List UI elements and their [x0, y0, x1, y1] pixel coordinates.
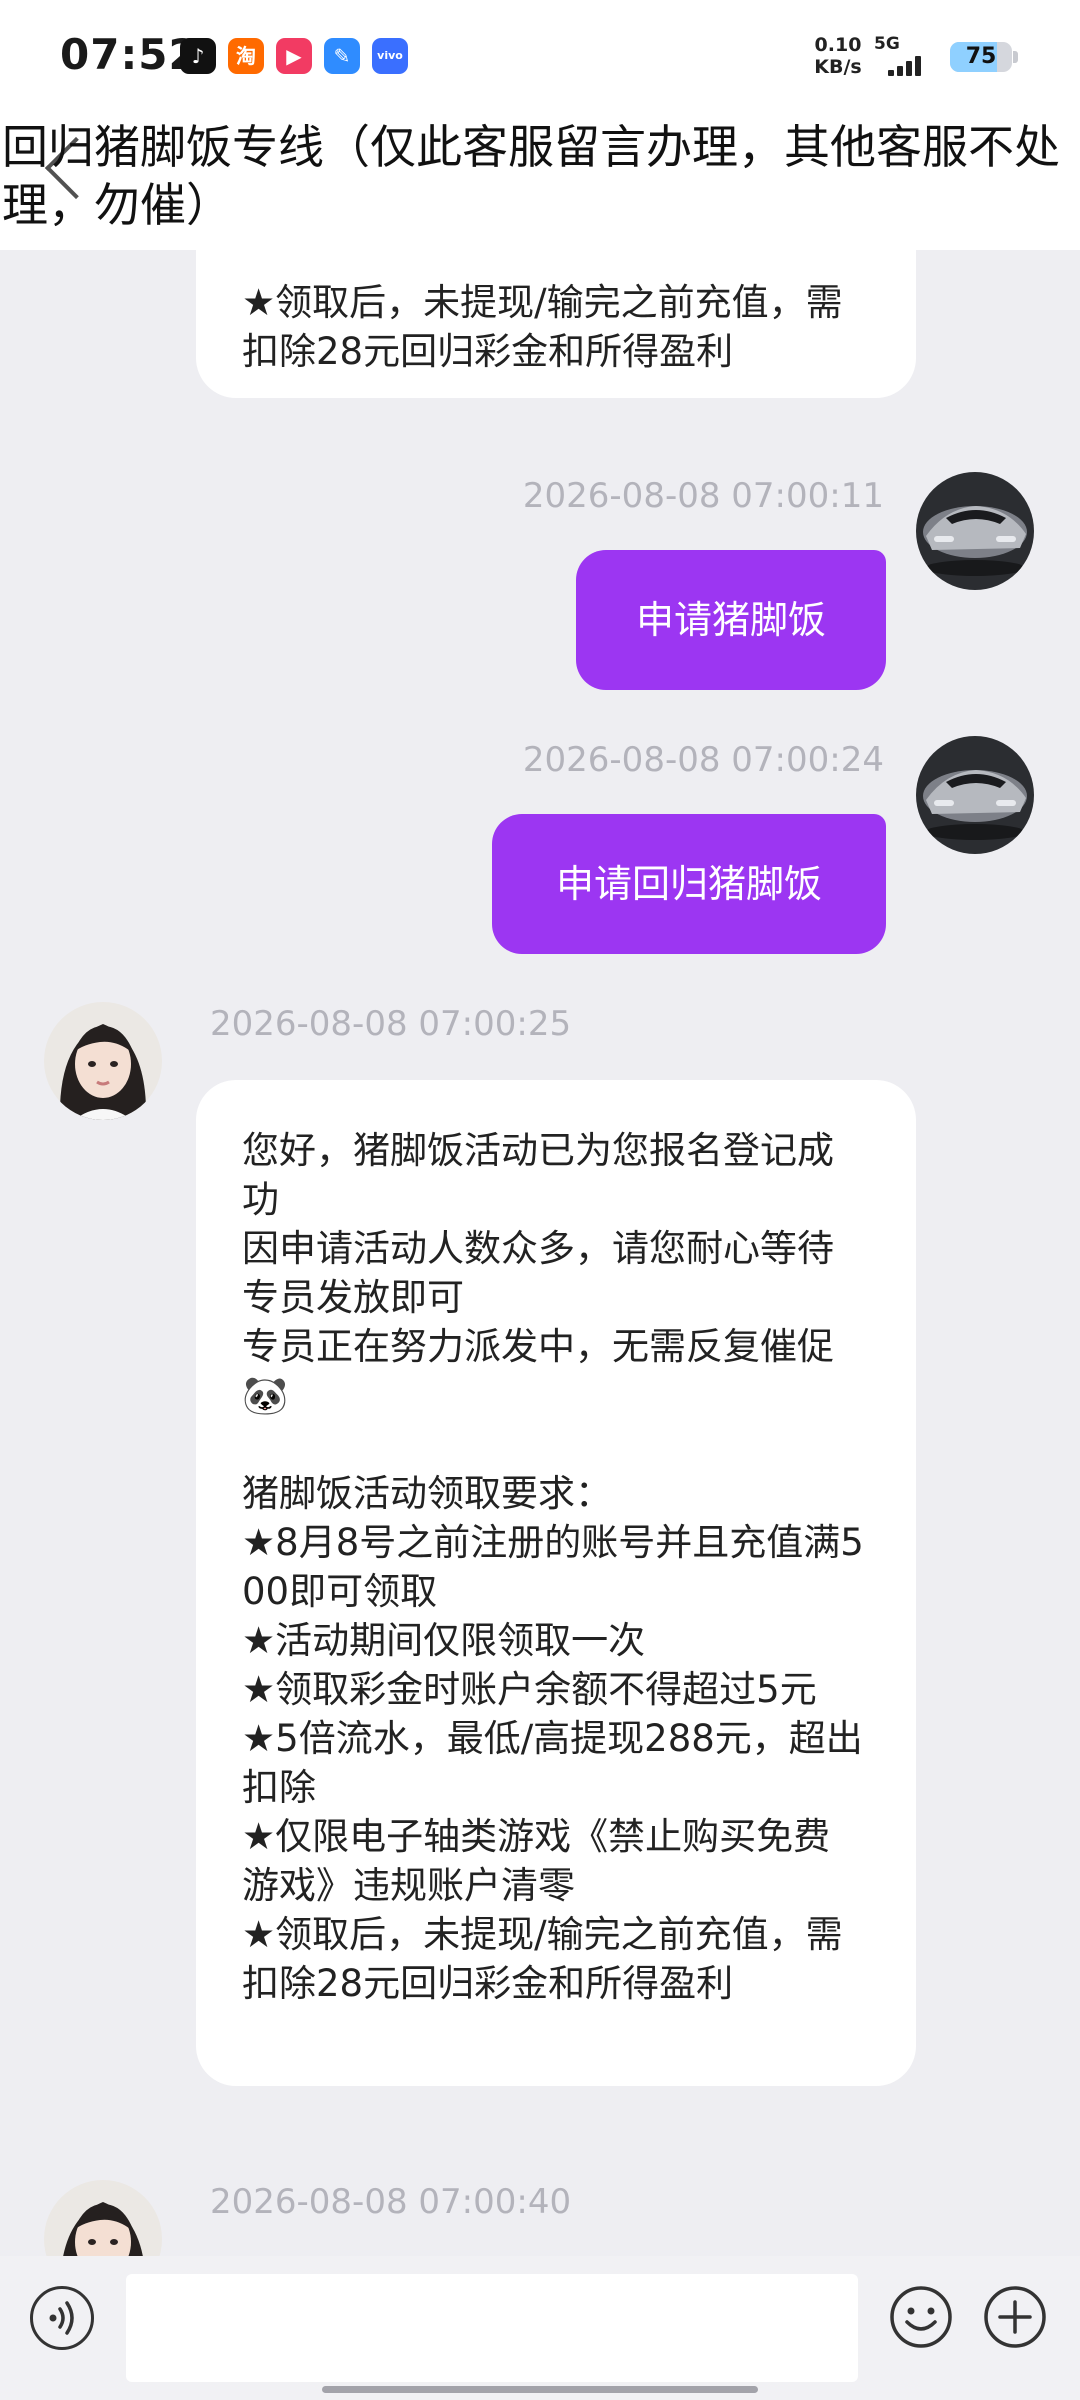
message-timestamp: 2026-08-08 07:00:24 [522, 740, 884, 780]
vivo-app-icon: vivo [372, 38, 408, 74]
voice-input-button[interactable] [30, 2286, 94, 2350]
plus-icon [984, 2286, 1046, 2348]
tiktok-icon: ♪ [180, 38, 216, 74]
status-bar: 07:52 ♪ 淘 ▶ ✎ vivo 0.10 KB/s 5G 75 [0, 0, 1080, 110]
agent-avatar[interactable] [44, 2180, 162, 2256]
user-avatar[interactable] [916, 736, 1034, 854]
network-type: 5G [874, 34, 900, 54]
chat-header: 回归猪脚饭专线（仅此客服留言办理，其他客服不处理，勿催） [0, 110, 1080, 250]
more-options-button[interactable] [982, 2284, 1048, 2350]
chat-message-list[interactable]: ★领取后，未提现/输完之前充值，需扣除28元回归彩金和所得盈利 2026-08-… [0, 250, 1080, 2256]
user-message-bubble: 申请回归猪脚饭 [492, 814, 886, 954]
battery-tip [1013, 51, 1018, 63]
woman-avatar-image [44, 1002, 162, 1120]
voice-wave-icon [49, 2301, 74, 2335]
user-avatar[interactable] [916, 472, 1034, 590]
chat-title: 回归猪脚饭专线（仅此客服留言办理，其他客服不处理，勿催） [2, 120, 1060, 232]
user-message-bubble: 申请猪脚饭 [576, 550, 886, 690]
agent-message-bubble: 您好，猪脚饭活动已为您报名登记成功 因申请活动人数众多，请您耐心等待专员发放即可… [196, 1080, 916, 2086]
network-speed-value: 0.10 [814, 34, 862, 56]
network-speed: 0.10 KB/s [814, 34, 862, 78]
agent-message-bubble: ★领取后，未提现/输完之前充值，需扣除28元回归彩金和所得盈利 [196, 250, 916, 398]
message-timestamp: 2026-08-08 07:00:25 [210, 1004, 572, 1044]
battery-level: 75 [965, 44, 997, 69]
agent-avatar[interactable] [44, 1002, 162, 1120]
taobao-icon: 淘 [228, 38, 264, 74]
car-avatar-image [916, 472, 1034, 590]
notification-app-icons: ♪ 淘 ▶ ✎ vivo [180, 38, 420, 74]
car-avatar-image [916, 736, 1034, 854]
signal-icon: 5G [874, 34, 934, 78]
home-indicator[interactable] [322, 2386, 758, 2393]
message-input-bar [0, 2256, 1080, 2400]
message-input[interactable] [126, 2274, 858, 2382]
smiley-icon [890, 2286, 952, 2348]
message-timestamp: 2026-08-08 07:00:40 [210, 2182, 572, 2222]
woman-avatar-image [44, 2180, 162, 2256]
network-speed-unit: KB/s [814, 56, 862, 78]
feather-app-icon: ✎ [324, 38, 360, 74]
battery-icon: 75 [950, 42, 1012, 72]
status-time: 07:52 [60, 30, 199, 79]
signal-bars [888, 54, 924, 76]
video-app-icon: ▶ [276, 38, 312, 74]
message-timestamp: 2026-08-08 07:00:11 [522, 476, 884, 516]
emoji-button[interactable] [888, 2284, 954, 2350]
